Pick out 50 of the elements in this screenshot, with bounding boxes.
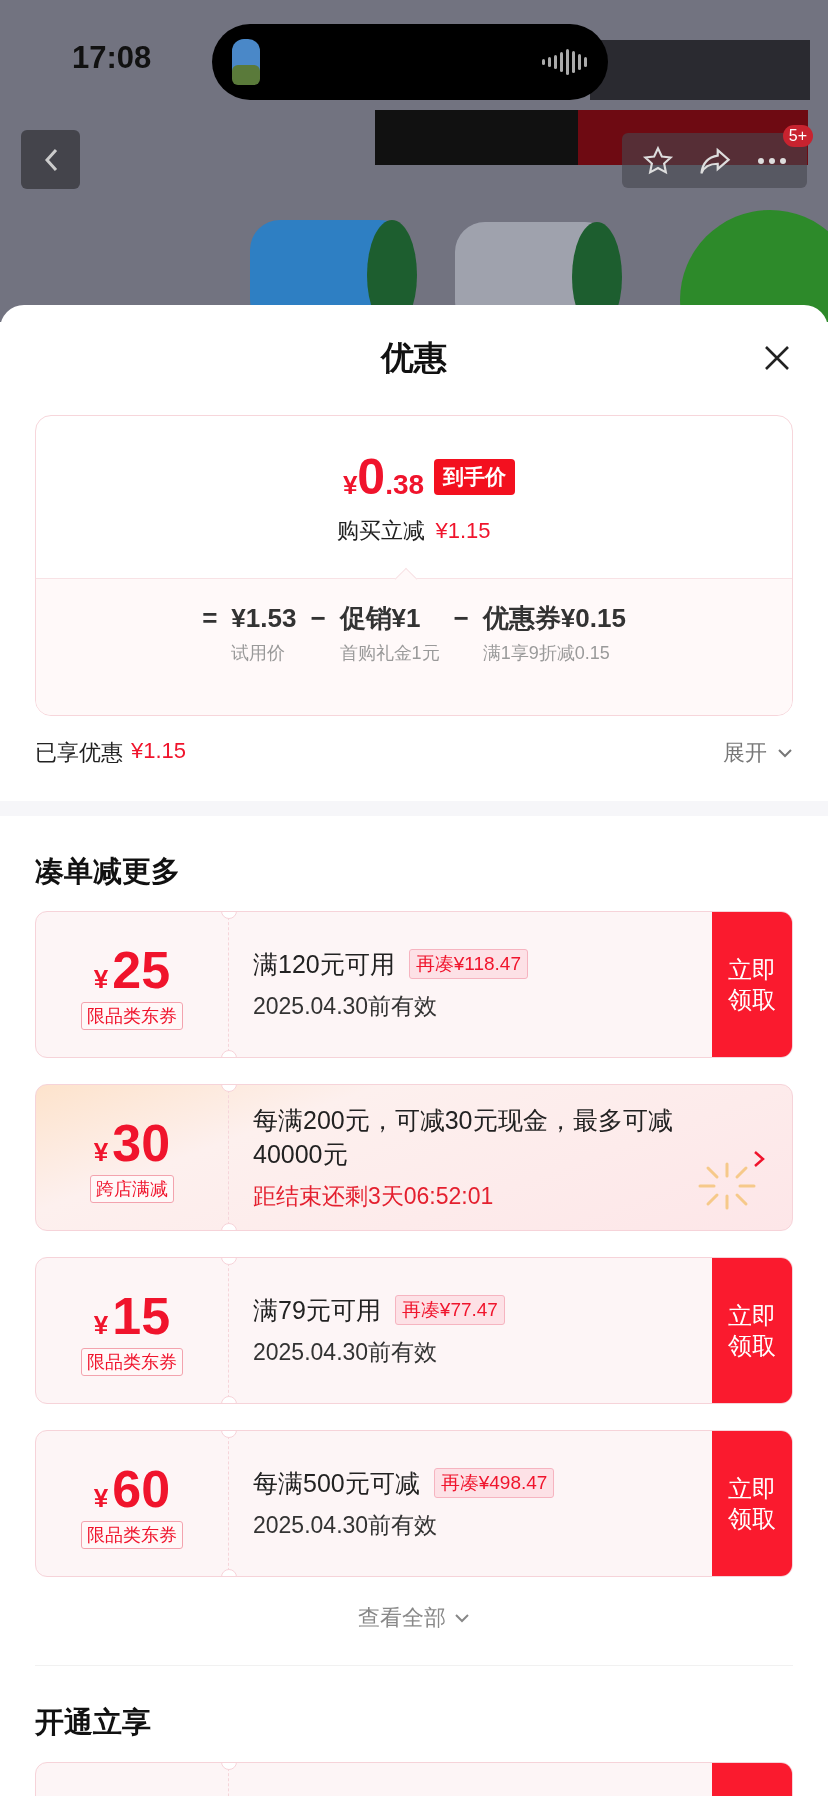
section-title: 凑单减更多 (35, 854, 181, 889)
coupon-validity: 2025.04.30前有效 (253, 1510, 439, 1540)
coupon-type-tag: 限品类东券 (81, 1347, 183, 1376)
breakdown-note: 试用价 (231, 642, 287, 665)
coupon-condition: 满79元可用 (253, 1294, 381, 1326)
coupon-amount: ¥15 (93, 1285, 171, 1346)
view-all-button[interactable]: 查看全部 (352, 1593, 476, 1643)
operator-sign: − (310, 602, 326, 635)
coupon-type-tag: 限品类东券 (81, 1001, 183, 1030)
breakdown-amount: 促销¥1 (339, 602, 422, 635)
final-price-tag: 到手价 (434, 459, 516, 495)
saving-amount: ¥1.15 (435, 518, 491, 544)
enjoyed-discount-label: 已享优惠 (35, 739, 123, 767)
promo-description: 每满200元，可减30元现金，最多可减40000元 (253, 1105, 674, 1170)
operator-sign: − (453, 602, 469, 635)
coupon-condition: 满120元可用 (253, 948, 395, 980)
claim-button[interactable]: 立即领取 (712, 1258, 792, 1403)
enjoyed-discount-amount: ¥1.15 (131, 738, 187, 765)
coupon-type-tag: 跨店满减 (90, 1174, 174, 1203)
coupon-amount: ¥30 (93, 1112, 171, 1173)
coupon-validity: 2025.04.30前有效 (253, 991, 439, 1021)
breakdown-amount: 优惠券¥0.15 (482, 602, 626, 635)
close-icon[interactable] (764, 345, 790, 371)
coupon-amount: ¥60 (93, 1458, 171, 1519)
chevron-down-icon (454, 1613, 470, 1623)
coupon-card[interactable]: ¥30 跨店满减 每满200元，可减30元现金，最多可减40000元 距结束还剩3天06:52:01 (35, 1084, 793, 1231)
breakdown-amount: ¥1.53 (231, 602, 297, 635)
coupon-card[interactable]: ¥15 限品类东券 满79元可用 再凑¥77.47 2025.04.30前有效 立即领取 (35, 1257, 793, 1404)
claim-button[interactable]: 立即领取 (712, 1431, 792, 1576)
coupon-card[interactable]: ¥25 限品类东券 满120元可用 再凑¥118.47 2025.04.30前有效 立即领取 (35, 911, 793, 1058)
operator-sign: = (202, 602, 218, 635)
coupon-amount: ¥25 (93, 939, 171, 1000)
chevron-down-icon (777, 748, 793, 758)
expand-button[interactable]: 展开 (723, 738, 793, 768)
final-price: ¥0.38 (342, 448, 425, 506)
claim-button[interactable]: 立即领取 (712, 912, 792, 1057)
sheet-title: 优惠 (381, 337, 447, 378)
section-title: 开通立享 (35, 1705, 152, 1740)
promo-countdown: 距结束还剩3天06:52:01 (253, 1182, 494, 1211)
chevron-right-icon[interactable] (752, 1149, 766, 1169)
saving-label: 购买立减 (337, 517, 426, 545)
coupon-card[interactable]: ¥60 限品类东券 每满500元可减 再凑¥498.47 2025.04.30前有效 立即领取 (35, 1430, 793, 1577)
remaining-amount-tag: 再凑¥118.47 (408, 949, 528, 979)
breakdown-note: 首购礼金1元 (339, 642, 440, 665)
remaining-amount-tag: 再凑¥77.47 (394, 1295, 505, 1325)
breakdown-note: 满1享9折减0.15 (482, 642, 611, 665)
remaining-amount-tag: 再凑¥498.47 (433, 1468, 555, 1498)
coupon-condition: 每满500元可减 (253, 1467, 420, 1499)
coupon-validity: 2025.04.30前有效 (253, 1337, 439, 1367)
coupon-type-tag: 限品类东券 (81, 1520, 183, 1549)
